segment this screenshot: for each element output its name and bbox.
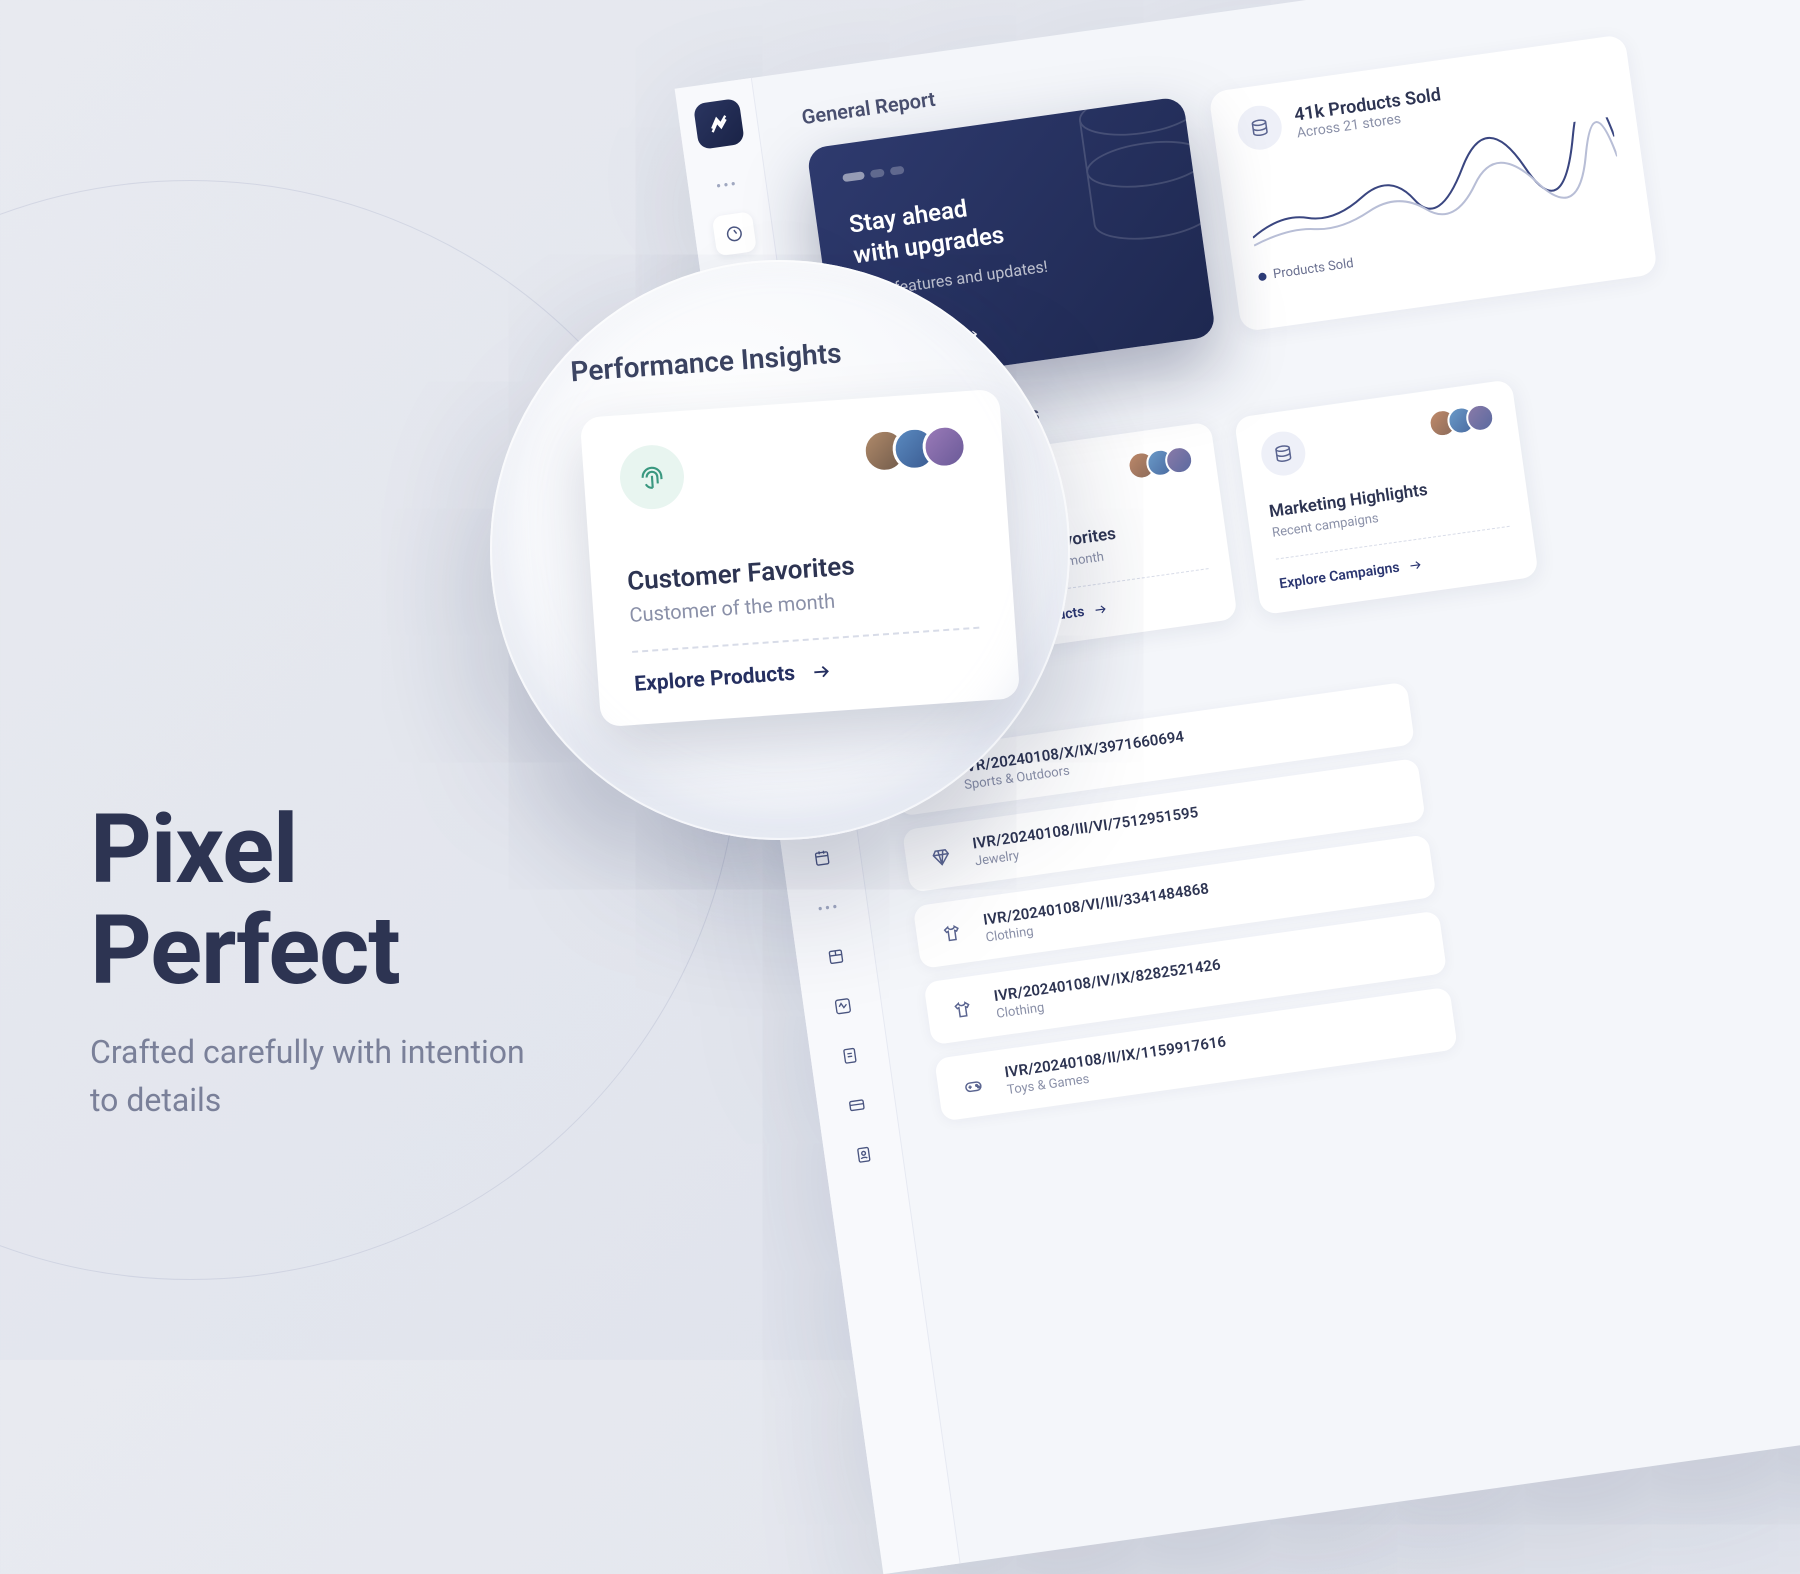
arrow-right-icon bbox=[1091, 602, 1109, 618]
arrow-right-icon bbox=[1406, 558, 1424, 574]
more-icon-2[interactable]: ••• bbox=[806, 885, 851, 930]
package-icon[interactable] bbox=[813, 934, 858, 979]
arrow-right-icon bbox=[808, 661, 833, 683]
fingerprint-icon bbox=[618, 443, 686, 511]
dashboard-icon[interactable] bbox=[711, 211, 756, 256]
avatar-stack bbox=[1135, 445, 1195, 481]
more-icon[interactable]: ••• bbox=[704, 162, 749, 207]
customer-favorites-card-zoom: Customer Favorites Customer of the month… bbox=[580, 389, 1021, 728]
database-icon bbox=[1259, 429, 1309, 479]
explore-products-link-zoom[interactable]: Explore Products bbox=[634, 659, 834, 697]
diamond-icon bbox=[922, 838, 960, 876]
card-icon[interactable] bbox=[834, 1083, 879, 1128]
explore-campaigns-link[interactable]: Explore Campaigns bbox=[1278, 557, 1424, 593]
app-logo[interactable] bbox=[692, 98, 744, 150]
divider bbox=[632, 627, 979, 653]
hero-copy: Pixel Perfect Crafted carefully with int… bbox=[90, 800, 525, 1124]
user-badge-icon[interactable] bbox=[841, 1132, 886, 1177]
avatar-stack bbox=[1436, 402, 1496, 438]
marketing-highlights-card[interactable]: Marketing Highlights Recent campaigns Ex… bbox=[1234, 380, 1539, 616]
calendar-icon[interactable] bbox=[799, 835, 844, 880]
shirt-icon bbox=[933, 914, 971, 952]
magnifier-lens: Performance Insights Customer Favorites … bbox=[490, 260, 1070, 840]
shirt-icon bbox=[943, 990, 981, 1028]
avatar-stack-zoom bbox=[875, 423, 968, 473]
hero-subtitle: Crafted carefully with intention to deta… bbox=[90, 1028, 525, 1124]
cylinder-illustration bbox=[1061, 96, 1216, 271]
gamepad-icon bbox=[954, 1067, 992, 1105]
document-icon[interactable] bbox=[827, 1033, 872, 1078]
database-icon bbox=[1235, 103, 1285, 153]
performance-insights-title-zoom: Performance Insights bbox=[569, 325, 1010, 389]
activity-icon-2[interactable] bbox=[820, 984, 865, 1029]
hero-title: Pixel Perfect bbox=[90, 800, 525, 1002]
products-sold-card[interactable]: 41k Products Sold Across 21 stores Produ… bbox=[1208, 34, 1658, 332]
